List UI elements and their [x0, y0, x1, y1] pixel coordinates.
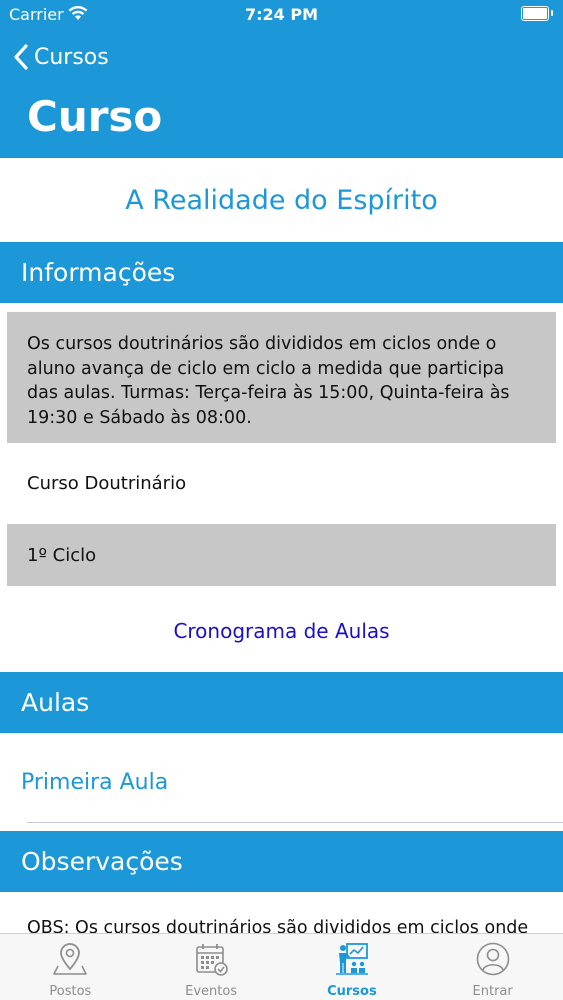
back-button-label: Cursos	[34, 44, 109, 70]
clock: 7:24 PM	[244, 5, 318, 24]
status-bar: Carrier 7:24 PM	[0, 0, 563, 30]
section-header-aulas: Aulas	[0, 672, 563, 733]
navigation-bar: Cursos Curso	[0, 30, 563, 158]
lesson-item[interactable]: Primeira Aula	[0, 750, 563, 814]
teacher-board-icon	[334, 942, 370, 980]
tab-eventos[interactable]: Eventos	[141, 934, 282, 1000]
map-pin-icon	[52, 942, 88, 980]
course-cycle: 1º Ciclo	[7, 524, 556, 586]
chevron-left-icon	[14, 44, 28, 70]
course-type: Curso Doutrinário	[27, 472, 187, 494]
back-button[interactable]: Cursos	[14, 40, 109, 74]
tab-label: Postos	[49, 984, 92, 999]
tab-label: Cursos	[327, 984, 377, 999]
tab-cursos[interactable]: Cursos	[282, 934, 423, 1000]
tab-postos[interactable]: Postos	[0, 934, 141, 1000]
list-separator	[27, 822, 563, 823]
course-description: Os cursos doutrinários são divididos em …	[7, 312, 556, 443]
tab-bar: Postos Eventos Cursos Entrar	[0, 933, 563, 1000]
section-header-informacoes: Informações	[0, 242, 563, 303]
schedule-link[interactable]: Cronograma de Aulas	[0, 600, 563, 662]
tab-entrar[interactable]: Entrar	[422, 934, 563, 1000]
course-name: A Realidade do Espírito	[125, 184, 438, 216]
tab-label: Entrar	[472, 984, 513, 999]
user-icon	[475, 942, 511, 980]
battery-icon	[521, 6, 553, 21]
tab-label: Eventos	[185, 984, 238, 999]
section-header-observacoes: Observações	[0, 831, 563, 892]
page-title: Curso	[27, 92, 163, 141]
calendar-icon	[193, 942, 229, 980]
